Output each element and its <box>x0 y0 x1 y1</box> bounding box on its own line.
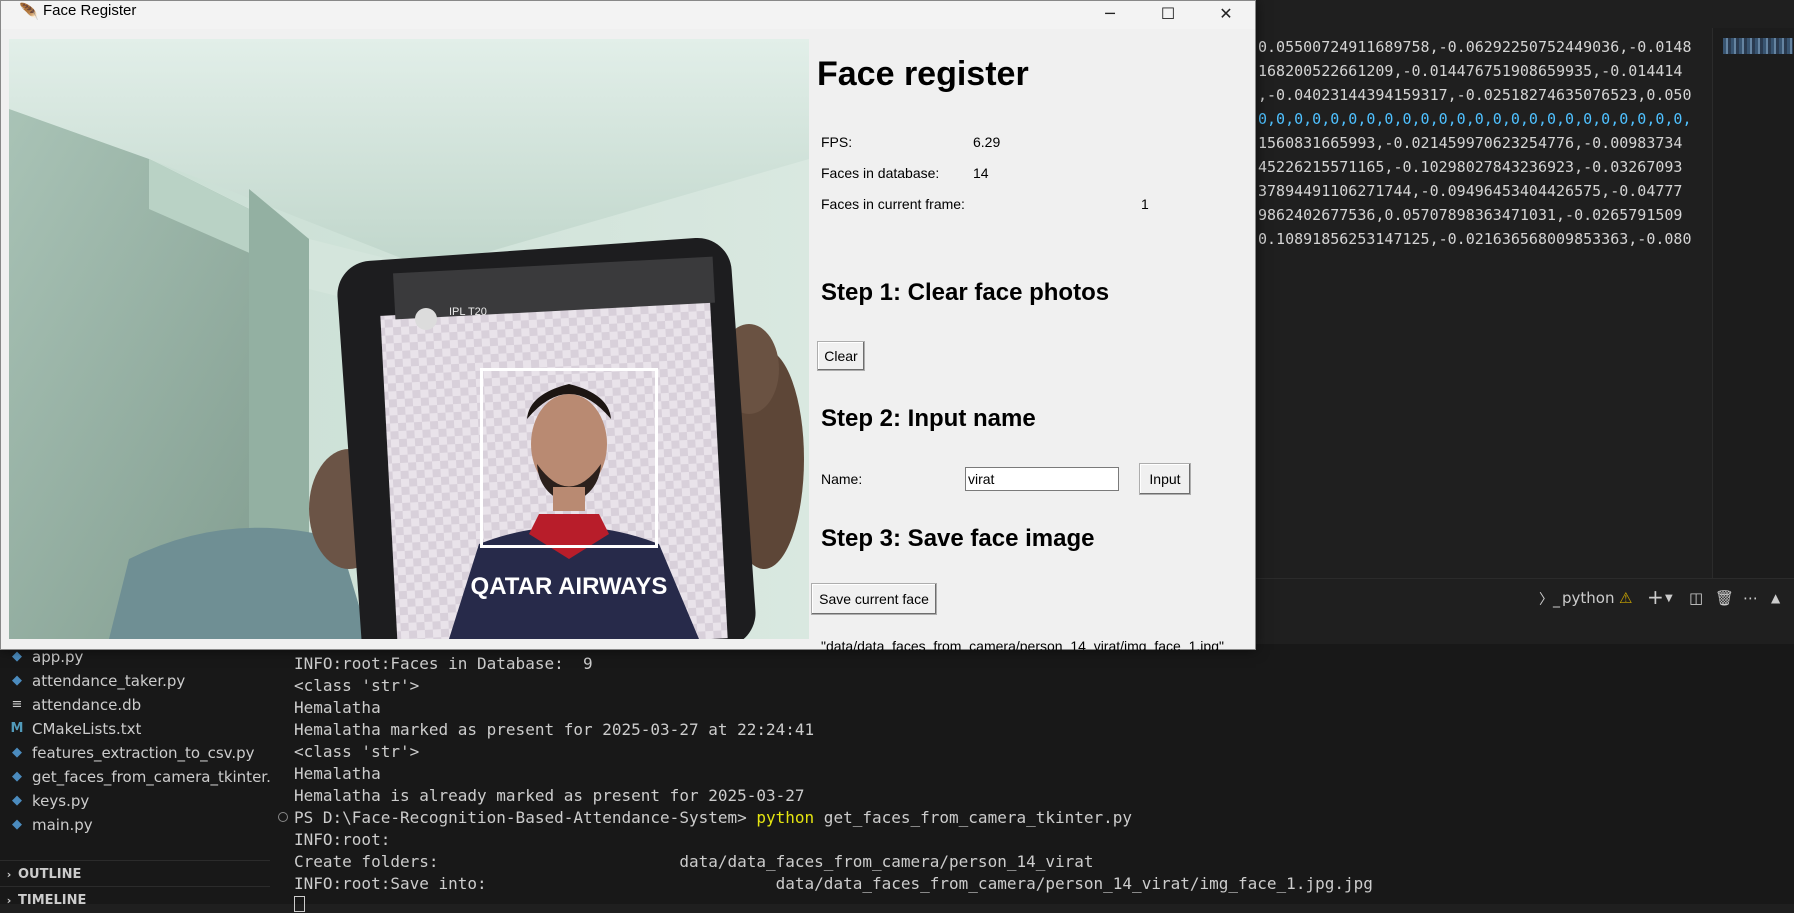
terminal-line: <class 'str'> <box>294 676 420 695</box>
terminal-line: INFO:root: <box>294 830 391 849</box>
python-file-icon: ◆ <box>12 745 22 760</box>
terminal-line: Hemalatha <box>294 698 381 717</box>
face-detection-box <box>480 368 658 548</box>
python-file-icon: ◆ <box>12 793 22 808</box>
camera-image: IPL T20 QATAR AIRWAYS <box>9 39 809 639</box>
file-name: keys.py <box>32 792 90 810</box>
file-name: attendance.db <box>32 696 142 714</box>
terminal-line: Hemalatha <box>294 764 381 783</box>
python-file-icon: ◆ <box>12 817 22 832</box>
text-file-icon: ≡ <box>11 697 23 712</box>
outline-section[interactable]: › OUTLINE <box>0 860 270 887</box>
editor-line: 0.05500724911689758,-0.06292250752449036… <box>1258 38 1692 56</box>
close-button[interactable]: ✕ <box>1197 1 1255 29</box>
terminal[interactable]: INFO:root:Faces in Database: 9 <class 's… <box>270 644 1794 912</box>
cmake-file-icon: M <box>10 721 24 736</box>
terminal-line: INFO:root:Faces in Database: 9 <box>294 654 593 673</box>
input-button[interactable]: Input <box>1139 463 1191 495</box>
split-icon[interactable]: ◫ <box>1689 589 1703 607</box>
page-title: Face register <box>817 55 1029 93</box>
panel-toolbar: 〉_ python ⚠ + ▼ ◫ 🗑 ⋯ ▲ <box>1255 578 1794 625</box>
fps-value: 6.29 <box>973 134 1001 150</box>
minimap-slider[interactable] <box>1723 38 1793 54</box>
step1-heading: Step 1: Clear face photos <box>821 279 1110 306</box>
code-editor[interactable]: 0.05500724911689758,-0.06292250752449036… <box>1255 28 1715 578</box>
face-register-window: 🪶 Face Register ─ ☐ ✕ IPL T20 QATAR AIRW… <box>0 0 1256 650</box>
file-name: get_faces_from_camera_tkinter... <box>32 768 281 786</box>
file-item[interactable]: ≡ attendance.db <box>10 692 142 718</box>
editor-line: 168200522661209,-0.014476751908659935,-0… <box>1258 62 1683 80</box>
file-explorer: ◆ app.py ◆ attendance_taker.py ≡ attendance… <box>0 644 280 908</box>
file-name: CMakeLists.txt <box>32 720 142 738</box>
terminal-line: <class 'str'> <box>294 742 420 761</box>
trash-icon[interactable]: 🗑 <box>1715 589 1734 607</box>
name-input[interactable] <box>965 467 1119 491</box>
editor-line: 0,0,0,0,0,0,0,0,0,0,0,0,0,0,0,0,0,0,0,0,… <box>1258 110 1692 128</box>
editor-line: 0.10891856253147125,-0.02163656800985336… <box>1258 230 1692 248</box>
minimize-button[interactable]: ─ <box>1081 1 1139 29</box>
file-item[interactable]: ◆ features_extraction_to_csv.py <box>10 740 255 766</box>
save-face-button[interactable]: Save current face <box>811 583 937 615</box>
editor-line: 45226215571165,-0.10298027843236923,-0.0… <box>1258 158 1683 176</box>
terminal-prompt: PS D:\Face-Recognition-Based-Attendance-… <box>294 808 757 827</box>
python-file-icon: ◆ <box>12 769 22 784</box>
plus-icon[interactable]: + <box>1647 585 1664 609</box>
minimap[interactable] <box>1712 28 1794 578</box>
terminal-line: INFO:root:Save into: data/data_faces_fro… <box>294 874 1373 893</box>
chevron-down-icon[interactable]: ▼ <box>1665 593 1673 604</box>
command-status-icon <box>278 812 288 822</box>
save-path-text: "data/data_faces_from_camera/person_14_v… <box>821 641 1224 650</box>
save-path-clip: "data/data_faces_from_camera/person_14_v… <box>821 641 1251 650</box>
jersey-text: QATAR AIRWAYS <box>471 573 668 600</box>
title-bar[interactable]: 🪶 Face Register ─ ☐ ✕ <box>1 1 1255 29</box>
chevron-right-icon: › <box>6 893 12 907</box>
terminal-line: Hemalatha is already marked as present f… <box>294 786 805 805</box>
phone-app-label: IPL T20 <box>449 306 487 318</box>
terminal-command-args: get_faces_from_camera_tkinter.py <box>814 808 1133 827</box>
python-file-icon: ◆ <box>12 673 22 688</box>
clear-button[interactable]: Clear <box>817 341 865 371</box>
file-name: features_extraction_to_csv.py <box>32 744 255 762</box>
file-item[interactable]: M CMakeLists.txt <box>10 716 142 742</box>
terminal-prompt-line: PS D:\Face-Recognition-Based-Attendance-… <box>294 808 1132 827</box>
file-item[interactable]: ◆ keys.py <box>10 788 89 814</box>
file-name: app.py <box>32 648 84 666</box>
db-count-value: 14 <box>973 165 989 181</box>
timeline-label: TIMELINE <box>18 892 87 908</box>
name-label: Name: <box>821 471 863 487</box>
step3-heading: Step 3: Save face image <box>821 525 1095 552</box>
step2-heading: Step 2: Input name <box>821 405 1036 432</box>
outline-label: OUTLINE <box>18 866 82 882</box>
maximize-button[interactable]: ☐ <box>1139 1 1197 29</box>
ellipsis-icon[interactable]: ⋯ <box>1743 589 1758 607</box>
db-count-label: Faces in database: <box>821 165 940 181</box>
timeline-section[interactable]: › TIMELINE <box>0 886 270 913</box>
file-item[interactable]: ◆ attendance_taker.py <box>10 668 185 694</box>
file-item[interactable]: ◆ main.py <box>10 812 93 838</box>
file-name: main.py <box>32 816 93 834</box>
warning-icon: ⚠ <box>1619 589 1633 607</box>
editor-line: ,-0.04023144394159317,-0.025182746350765… <box>1258 86 1692 104</box>
terminal-cursor <box>294 896 305 912</box>
feather-icon: 🪶 <box>19 4 39 21</box>
terminal-command: python <box>756 808 815 827</box>
chevron-up-icon[interactable]: ▲ <box>1771 591 1780 605</box>
editor-line: 37894491106271744,-0.09496453404426575,-… <box>1258 182 1683 200</box>
editor-line: 1560831665993,-0.021459970623254776,-0.0… <box>1258 134 1683 152</box>
frame-count-label: Faces in current frame: <box>821 196 965 212</box>
terminal-name[interactable]: python <box>1562 589 1614 607</box>
terminal-line: Hemalatha marked as present for 2025-03-… <box>294 720 815 739</box>
file-name: attendance_taker.py <box>32 672 186 690</box>
chevron-right-icon: › <box>6 867 12 881</box>
editor-line: 9862402677536,0.05707898363471031,-0.026… <box>1258 206 1683 224</box>
camera-feed: IPL T20 QATAR AIRWAYS <box>9 39 809 639</box>
python-file-icon: ◆ <box>12 649 22 664</box>
window-title: Face Register <box>43 2 137 19</box>
fps-label: FPS: <box>821 134 853 150</box>
terminal-icon[interactable]: 〉_ <box>1539 589 1560 609</box>
frame-count-value: 1 <box>1141 196 1149 212</box>
terminal-line: Create folders: data/data_faces_from_cam… <box>294 852 1094 871</box>
file-item[interactable]: ◆ get_faces_from_camera_tkinter... <box>10 764 280 790</box>
